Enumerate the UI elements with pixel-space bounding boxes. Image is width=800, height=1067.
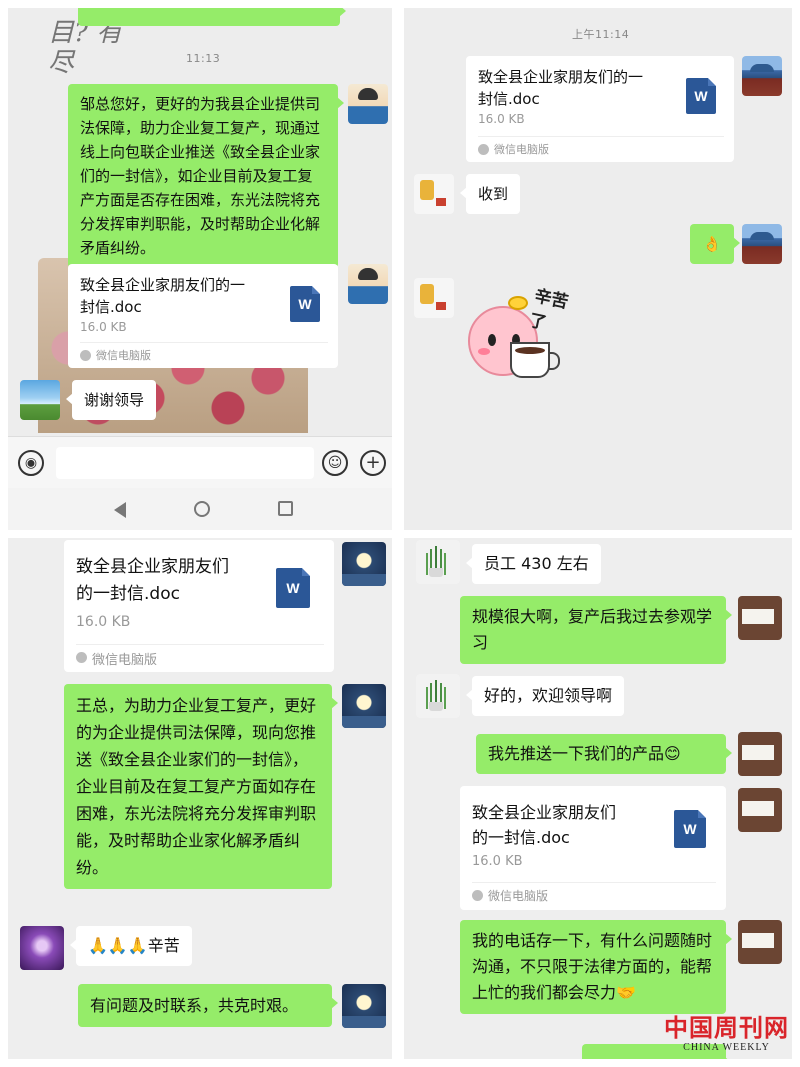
message-bubble[interactable]: 收到 bbox=[459, 174, 521, 214]
contact-avatar[interactable] bbox=[416, 540, 460, 584]
sender-avatar[interactable] bbox=[742, 56, 782, 96]
sender-avatar[interactable] bbox=[738, 596, 782, 640]
sender-avatar[interactable] bbox=[738, 920, 782, 964]
file-size: 16.0 KB bbox=[80, 320, 127, 334]
plus-icon[interactable]: + bbox=[360, 450, 386, 476]
file-source: 微信电脑版 bbox=[494, 143, 549, 156]
word-doc-icon: W bbox=[276, 568, 310, 608]
sender-avatar[interactable] bbox=[342, 684, 386, 728]
sender-avatar[interactable] bbox=[342, 542, 386, 586]
chat-screenshot-1: 目? 有尽 11:13 邹总您好，更好的为我县企业提供司法保障，助力企业复工复产… bbox=[8, 8, 392, 530]
message-bubble[interactable]: 王总，为助力企业复工复产，更好的为企业提供司法保障，现向您推送《致全县企业家们的… bbox=[64, 684, 338, 889]
calligraphy-background: 目? 有尽 bbox=[48, 18, 123, 78]
wechat-pc-icon bbox=[478, 144, 489, 155]
contact-avatar[interactable] bbox=[414, 278, 454, 318]
chat-screenshot-4: 员工 430 左右 规模很大啊，复产后我过去参观学习 好的，欢迎领导啊 我先推送… bbox=[404, 538, 792, 1059]
recent-apps-icon[interactable] bbox=[278, 501, 293, 516]
contact-avatar[interactable] bbox=[414, 174, 454, 214]
sender-avatar[interactable] bbox=[738, 788, 782, 832]
sticker-coffee-cup bbox=[510, 342, 560, 378]
card-divider bbox=[472, 882, 716, 883]
china-weekly-watermark: 中国周刊网 CHINA WEEKLY bbox=[664, 1013, 789, 1054]
message-bubble[interactable]: 员工 430 左右 bbox=[466, 544, 601, 584]
file-card[interactable]: 致全县企业家朋友们的一 封信.doc 16.0 KB W 微信电脑版 bbox=[68, 264, 338, 368]
contact-avatar[interactable] bbox=[416, 674, 460, 718]
contact-avatar[interactable] bbox=[20, 380, 60, 420]
timestamp: 11:13 bbox=[186, 52, 221, 65]
message-bubble[interactable]: 我的电话存一下，有什么问题随时沟通，不只限于法律方面的，能帮上忙的我们都会尽力🤝 bbox=[460, 920, 732, 1014]
card-divider bbox=[76, 644, 324, 645]
home-icon[interactable] bbox=[194, 501, 210, 517]
wechat-pc-icon bbox=[80, 350, 91, 361]
chat-input-bar: ◉ ☺ + bbox=[8, 436, 392, 488]
previous-message-bubble[interactable] bbox=[78, 8, 346, 26]
message-bubble[interactable]: 有问题及时联系，共克时艰。 bbox=[78, 984, 338, 1027]
file-size: 16.0 KB bbox=[478, 112, 525, 126]
file-card[interactable]: 致全县企业家朋友们 的一封信.doc 16.0 KB W 微信电脑版 bbox=[64, 540, 334, 672]
card-divider bbox=[80, 342, 328, 343]
file-card[interactable]: 致全县企业家朋友们的一 封信.doc 16.0 KB W 微信电脑版 bbox=[466, 56, 734, 162]
sticker-bow bbox=[508, 296, 528, 310]
message-bubble[interactable]: 🙏🙏🙏辛苦 bbox=[70, 926, 192, 966]
file-source: 微信电脑版 bbox=[96, 349, 151, 362]
file-size: 16.0 KB bbox=[472, 854, 523, 869]
message-bubble[interactable]: 谢谢领导 bbox=[65, 380, 157, 420]
message-bubble[interactable]: 好的，欢迎领导啊 bbox=[465, 676, 625, 716]
sender-avatar[interactable] bbox=[738, 732, 782, 776]
sender-avatar[interactable] bbox=[342, 984, 386, 1028]
android-nav-bar bbox=[8, 488, 392, 530]
file-source: 微信电脑版 bbox=[92, 653, 158, 668]
timestamp: 上午11:14 bbox=[572, 28, 630, 41]
sender-avatar[interactable] bbox=[742, 224, 782, 264]
sender-avatar[interactable] bbox=[348, 264, 388, 304]
wechat-pc-icon bbox=[472, 890, 483, 901]
wechat-pc-icon bbox=[76, 652, 87, 663]
file-card[interactable]: 致全县企业家朋友们 的一封信.doc 16.0 KB W 微信电脑版 bbox=[460, 786, 726, 910]
chat-screenshot-2: 上午11:14 致全县企业家朋友们的一 封信.doc 16.0 KB W 微信电… bbox=[404, 8, 792, 530]
file-name: 致全县企业家朋友们 的一封信.doc bbox=[76, 557, 229, 604]
word-doc-icon: W bbox=[290, 286, 320, 322]
word-doc-icon: W bbox=[674, 810, 706, 848]
emoji-icon[interactable]: ☺ bbox=[322, 450, 348, 476]
back-icon[interactable] bbox=[114, 502, 126, 518]
card-divider bbox=[478, 136, 724, 137]
word-doc-icon: W bbox=[686, 78, 716, 114]
sender-avatar[interactable] bbox=[348, 84, 388, 124]
message-bubble[interactable]: 规模很大啊，复产后我过去参观学习 bbox=[460, 596, 732, 664]
sticker-pig-with-coffee[interactable]: 辛苦了 bbox=[462, 286, 582, 396]
chat-screenshot-3: 致全县企业家朋友们 的一封信.doc 16.0 KB W 微信电脑版 王总，为助… bbox=[8, 538, 392, 1059]
ok-hand-emoji: 👌 bbox=[702, 235, 722, 253]
message-bubble[interactable]: 我先推送一下我们的产品😊 bbox=[476, 734, 732, 774]
file-name: 致全县企业家朋友们的一 封信.doc bbox=[478, 68, 644, 108]
message-bubble[interactable]: 邹总您好，更好的为我县企业提供司法保障，助力企业复工复产，现通过线上向包联企业推… bbox=[68, 84, 344, 268]
file-size: 16.0 KB bbox=[76, 614, 131, 630]
file-name: 致全县企业家朋友们 的一封信.doc bbox=[472, 803, 617, 847]
sticker-text: 辛苦了 bbox=[527, 286, 570, 334]
contact-avatar[interactable] bbox=[20, 926, 64, 970]
message-input[interactable] bbox=[56, 447, 314, 479]
message-bubble[interactable]: 👌 bbox=[690, 224, 740, 264]
file-source: 微信电脑版 bbox=[488, 889, 549, 903]
file-name: 致全县企业家朋友们的一 封信.doc bbox=[80, 276, 246, 316]
voice-icon[interactable]: ◉ bbox=[18, 450, 44, 476]
